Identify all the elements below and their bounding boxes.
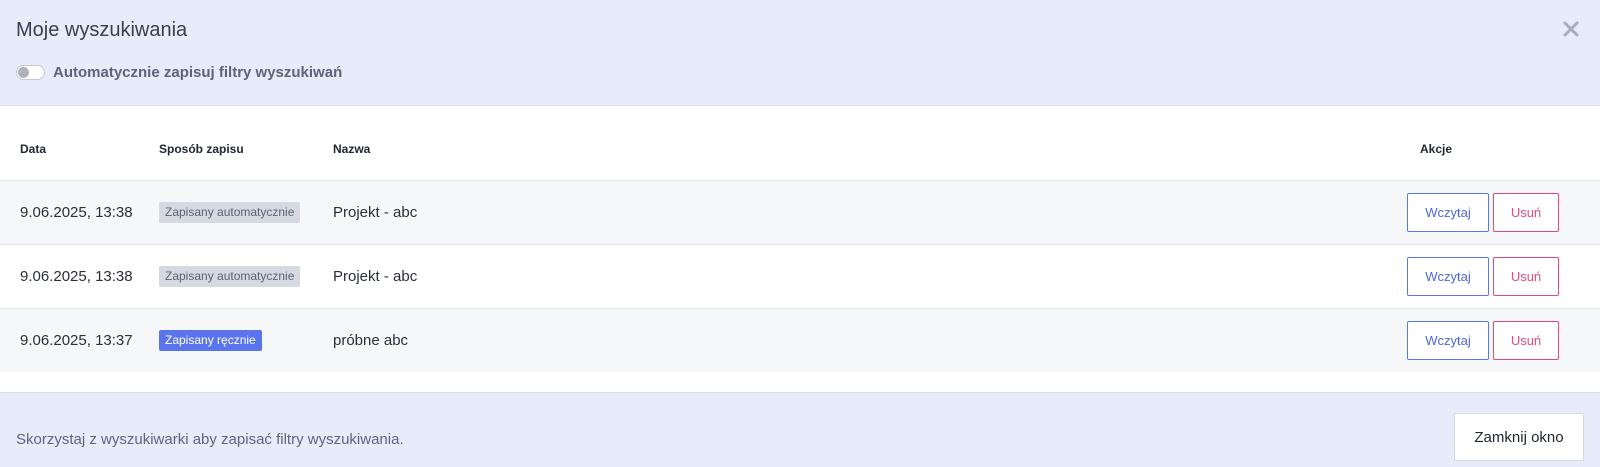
row-actions: Wczytaj Usuń [1400,320,1600,360]
modal-title: Moje wyszukiwania [16,19,188,41]
save-method-badge: Zapisany ręcznie [159,329,262,351]
row-name: Projekt - abc [331,244,1400,309]
saved-searches-table-wrapper: Data Sposób zapisu Nazwa Akcje 9.06.2025… [0,106,1600,372]
modal-header: Moje wyszukiwania Automatycznie zapisuj … [0,0,1600,106]
save-method-badge: Zapisany automatycznie [159,265,301,287]
column-header-date: Data [0,106,157,181]
row-date: 9.06.2025, 13:38 [0,244,157,309]
column-header-actions: Akcje [1400,106,1600,181]
table-header-row: Data Sposób zapisu Nazwa Akcje [0,106,1600,181]
delete-button[interactable]: Usuń [1493,192,1559,232]
close-window-button[interactable]: Zamknij okno [1454,413,1584,461]
delete-button[interactable]: Usuń [1493,320,1559,360]
table-row: 9.06.2025, 13:37 Zapisany ręcznie próbne… [0,308,1600,372]
auto-save-toggle[interactable] [16,65,45,80]
auto-save-label: Automatycznie zapisuj filtry wyszukiwań [53,64,343,81]
row-name: próbne abc [331,308,1400,372]
load-button[interactable]: Wczytaj [1407,256,1489,296]
saved-searches-table: Data Sposób zapisu Nazwa Akcje 9.06.2025… [0,106,1600,372]
load-button[interactable]: Wczytaj [1407,192,1489,232]
column-header-method: Sposób zapisu [157,106,331,181]
close-button[interactable] [1560,18,1582,40]
save-method-badge: Zapisany automatycznie [159,201,301,223]
auto-save-setting: Automatycznie zapisuj filtry wyszukiwań [16,64,342,81]
close-icon [1560,18,1582,40]
modal-footer: Skorzystaj z wyszukiwarki aby zapisać fi… [0,392,1600,467]
row-actions: Wczytaj Usuń [1400,192,1600,232]
row-name: Projekt - abc [331,180,1400,245]
table-row: 9.06.2025, 13:38 Zapisany automatycznie … [0,180,1600,245]
column-header-name: Nazwa [331,106,1400,181]
footer-hint: Skorzystaj z wyszukiwarki aby zapisać fi… [16,431,404,448]
row-actions: Wczytaj Usuń [1400,256,1600,296]
delete-button[interactable]: Usuń [1493,256,1559,296]
row-date: 9.06.2025, 13:37 [0,308,157,372]
row-date: 9.06.2025, 13:38 [0,180,157,245]
load-button[interactable]: Wczytaj [1407,320,1489,360]
saved-searches-modal: Moje wyszukiwania Automatycznie zapisuj … [0,0,1600,467]
toggle-knob [18,67,29,78]
table-row: 9.06.2025, 13:38 Zapisany automatycznie … [0,244,1600,309]
